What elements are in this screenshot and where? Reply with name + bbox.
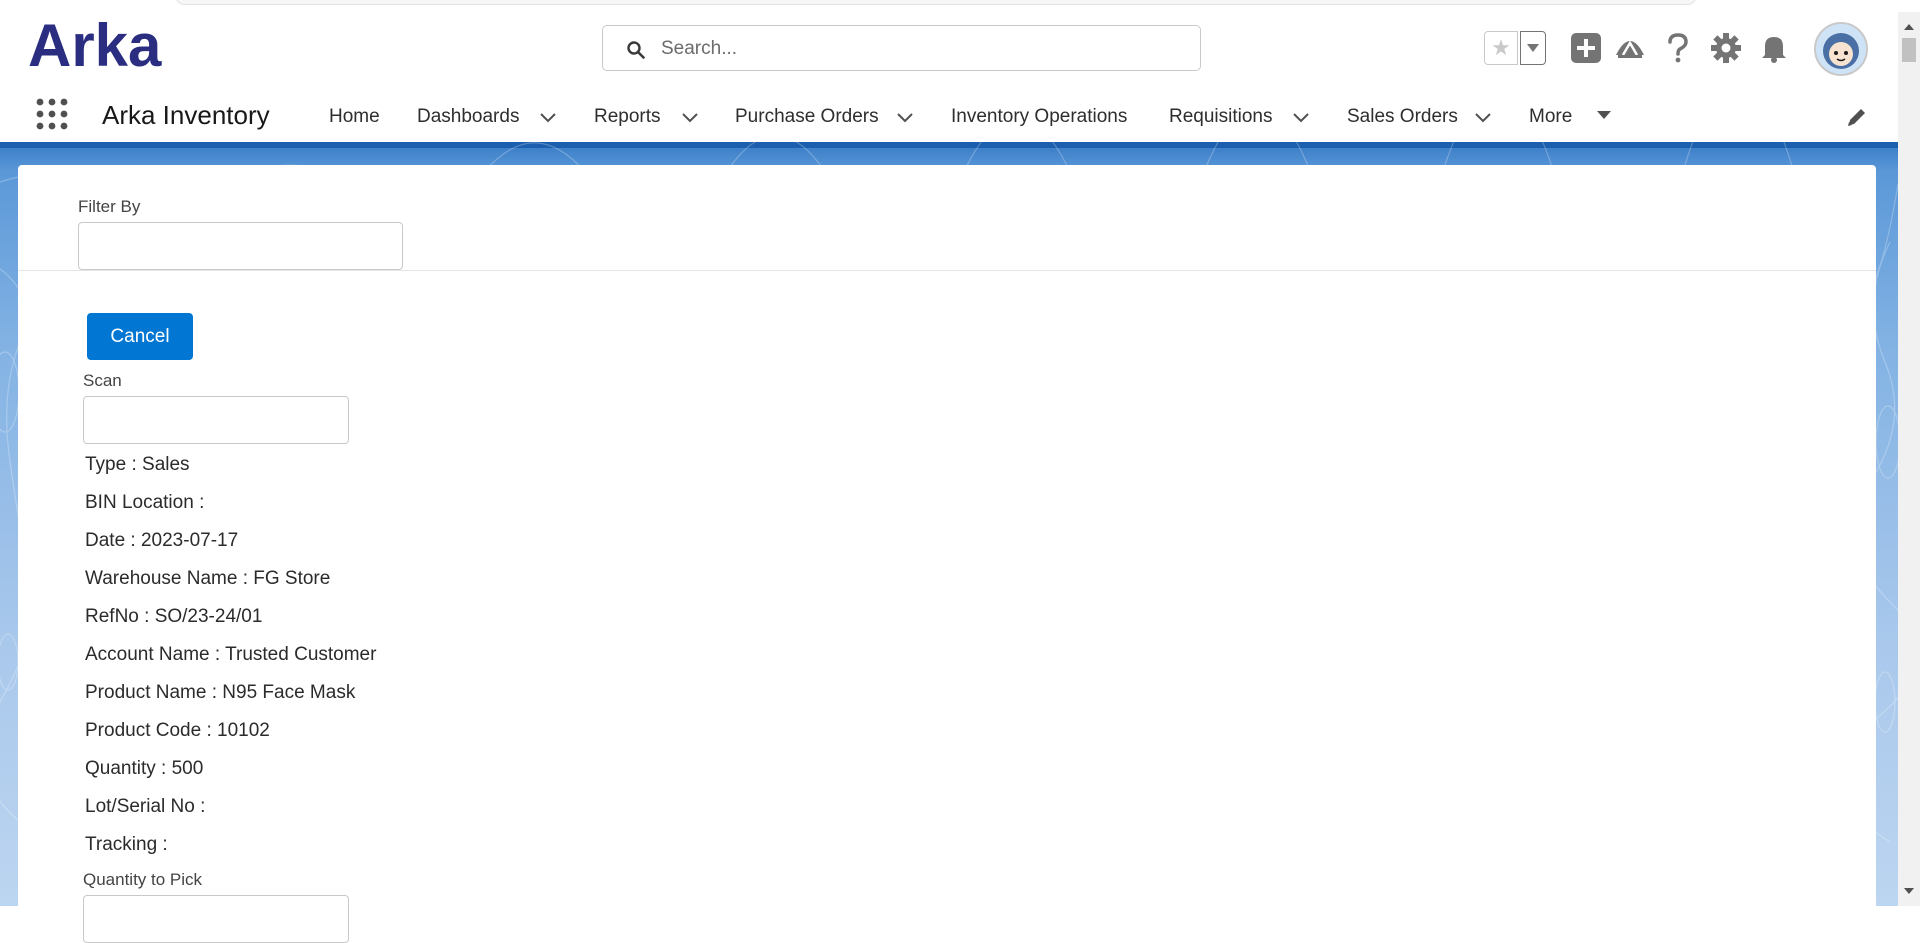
avatar[interactable]: [1814, 22, 1868, 76]
nav-item-inventory-operations[interactable]: Inventory Operations: [951, 106, 1127, 128]
nav-item-dashboards[interactable]: Dashboards: [417, 106, 519, 128]
edit-nav-icon[interactable]: [1846, 106, 1868, 133]
arka-logo[interactable]: Arka: [28, 12, 208, 81]
caret-down-icon[interactable]: [1595, 106, 1613, 124]
detail-product-code: Product Code : 10102: [85, 720, 270, 741]
chevron-down-icon[interactable]: [681, 108, 699, 126]
cancel-button[interactable]: Cancel: [87, 313, 193, 360]
section-divider: [18, 270, 1876, 271]
scan-input[interactable]: [83, 396, 349, 444]
nav-item-reports[interactable]: Reports: [594, 106, 661, 128]
form-card: Filter By Cancel Scan Type : Sales BIN L…: [18, 165, 1876, 943]
help-icon[interactable]: [1660, 30, 1696, 66]
detail-product-name: Product Name : N95 Face Mask: [85, 682, 356, 703]
filter-by-label: Filter By: [78, 197, 141, 216]
nav-item-purchase-orders[interactable]: Purchase Orders: [735, 106, 879, 128]
detail-quantity: Quantity : 500: [85, 758, 204, 779]
detail-ref-no: RefNo : SO/23-24/01: [85, 606, 263, 627]
scan-label: Scan: [83, 371, 122, 390]
chevron-down-icon[interactable]: [539, 108, 557, 126]
detail-date: Date : 2023-07-17: [85, 530, 239, 551]
trailhead-icon[interactable]: [1612, 30, 1648, 66]
bell-icon[interactable]: [1756, 30, 1792, 66]
global-search-input[interactable]: Search...: [602, 25, 1201, 71]
nav-item-more[interactable]: More: [1529, 106, 1572, 128]
browser-tab-edge: [175, 0, 1697, 5]
quantity-to-pick-label: Quantity to Pick: [83, 870, 203, 889]
chevron-down-icon[interactable]: [1474, 108, 1492, 126]
logo-text: Arka: [28, 20, 162, 76]
scroll-thumb[interactable]: [1902, 38, 1916, 62]
favorites-menu-button[interactable]: [1520, 31, 1546, 65]
chevron-down-icon[interactable]: [896, 108, 914, 126]
detail-lot-serial-no: Lot/Serial No :: [85, 796, 206, 817]
nav-item-home[interactable]: Home: [329, 106, 380, 128]
quantity-to-pick-input[interactable]: [83, 895, 349, 943]
app-name: Arka Inventory: [102, 100, 270, 130]
chevron-down-icon: [1527, 44, 1539, 52]
gear-icon[interactable]: [1708, 30, 1744, 66]
page-scrollbar[interactable]: [1898, 12, 1920, 906]
search-icon: [627, 41, 645, 64]
detail-account-name: Account Name : Trusted Customer: [85, 644, 377, 665]
star-icon[interactable]: ★: [1484, 31, 1518, 65]
scroll-down-icon[interactable]: [1904, 888, 1914, 894]
favorites-group: ★: [1484, 31, 1546, 67]
filter-by-input[interactable]: [78, 222, 403, 270]
detail-bin-location: BIN Location :: [85, 492, 205, 513]
global-header: Arka Search... ★: [0, 12, 1898, 88]
nav-item-sales-orders[interactable]: Sales Orders: [1347, 106, 1458, 128]
app-navigation-bar: Arka Inventory Home Dashboards Reports P…: [0, 88, 1898, 142]
browser-top-strip: [0, 0, 1920, 12]
app-launcher-icon[interactable]: [36, 98, 68, 135]
detail-tracking: Tracking :: [85, 834, 168, 855]
add-icon[interactable]: [1568, 30, 1604, 66]
search-placeholder: Search...: [661, 38, 738, 59]
chevron-down-icon[interactable]: [1292, 108, 1310, 126]
detail-warehouse-name: Warehouse Name : FG Store: [85, 568, 331, 589]
scroll-up-icon[interactable]: [1904, 24, 1914, 30]
detail-type: Type : Sales: [85, 454, 190, 475]
nav-item-requisitions[interactable]: Requisitions: [1169, 106, 1273, 128]
